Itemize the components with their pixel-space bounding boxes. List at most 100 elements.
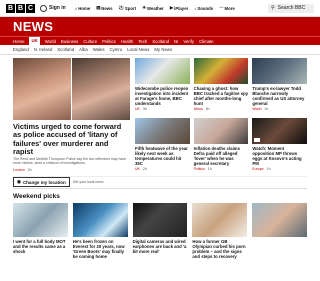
region-nav-item[interactable]: Cymru — [110, 47, 123, 52]
region-nav: England N. Ireland Scotland Alba Wales C… — [0, 45, 320, 55]
weekend-card[interactable]: He's been frozen on Everest for 20 years… — [72, 202, 128, 259]
section-nav-item-verify[interactable]: Verify — [183, 39, 194, 44]
section-nav-item-ni[interactable]: NI — [174, 39, 178, 44]
nav-label: More — [224, 5, 235, 11]
weekend-thumbnail — [13, 202, 68, 237]
story-tag[interactable]: Africa — [194, 107, 203, 111]
story-time: 2h — [27, 167, 32, 172]
section-nav: Home UK World Business Culture Politics … — [0, 36, 320, 45]
story-time: 4h — [205, 107, 210, 111]
weekend-card[interactable] — [252, 202, 307, 259]
region-nav-item[interactable]: Local News — [127, 47, 149, 52]
section-nav-item-politics[interactable]: Politics — [102, 39, 116, 44]
sign-in-label: Sign in — [49, 5, 66, 11]
weekend-title[interactable]: He's been frozen on Everest for 20 years… — [73, 239, 128, 259]
weekend-thumbnail — [132, 202, 188, 237]
region-nav-item[interactable]: Alba — [79, 47, 88, 52]
story-thumbnail — [252, 117, 307, 144]
story-title[interactable]: Watch: Moment opposition MP throws eggs … — [252, 146, 307, 166]
nav-weather[interactable]: ☀ Weather — [142, 5, 164, 11]
weekend-title[interactable]: Digital cameras and wired earphones are … — [133, 239, 188, 254]
section-nav-item-uk[interactable]: UK — [29, 37, 40, 45]
logo-block: B — [16, 3, 25, 13]
global-nav: ⌂ Home ▤ News ⚽ Sport ☀ Weather ▶ iPlayer ♪ So… — [75, 5, 235, 11]
sign-in-button[interactable]: Sign in — [40, 4, 66, 12]
story-tag[interactable]: UK — [135, 107, 140, 111]
region-nav-item[interactable]: My News — [154, 47, 172, 52]
section-nav-item-business[interactable]: Business — [61, 39, 78, 44]
story-card[interactable]: Watch: Moment opposition MP throws eggs … — [252, 117, 307, 172]
global-header: B B C Sign in ⌂ Home ▤ News ⚽ Sport ☀ Weathe… — [0, 0, 320, 17]
story-meta: UK 2h — [135, 167, 190, 171]
nav-sport[interactable]: ⚽ Sport — [119, 5, 137, 11]
play-icon[interactable] — [254, 137, 261, 142]
region-nav-item[interactable]: Scotland — [57, 47, 74, 52]
story-tag[interactable]: UK — [135, 167, 140, 171]
lead-story-title[interactable]: Victims urged to come forward as police … — [13, 122, 130, 156]
story-card[interactable]: Widecombe police reopen investigation in… — [135, 58, 190, 112]
story-card[interactable]: Fifth heatwave of the year likely next w… — [135, 117, 190, 172]
location-pin-icon: ◉ — [17, 179, 21, 185]
section-nav-item-scotland[interactable]: Scotland — [152, 39, 169, 44]
weekend-title[interactable]: I went for a full body MOT and the resul… — [13, 239, 68, 254]
story-card[interactable]: Inflation deaths claims Defra paid off a… — [193, 117, 249, 172]
news-banner: NEWS — [0, 17, 320, 36]
nav-iplayer[interactable]: ▶ iPlayer — [170, 5, 188, 11]
story-title[interactable]: Fifth heatwave of the year likely next w… — [135, 146, 190, 166]
story-tag[interactable]: Europe — [252, 167, 263, 171]
nav-news[interactable]: ▤ News — [96, 5, 112, 11]
section-nav-item-world[interactable]: World — [45, 39, 56, 44]
user-icon — [40, 4, 47, 12]
story-title[interactable]: Inflation deaths claims Defra paid off a… — [194, 146, 249, 166]
weekend-thumbnail — [192, 202, 248, 237]
story-thumbnail — [193, 58, 249, 84]
weekend-heading: Weekend picks — [13, 192, 60, 200]
section-nav-item-home[interactable]: Home — [13, 39, 24, 44]
story-card[interactable]: Chasing a ghost: how BBC tracked a fugit… — [193, 58, 249, 112]
section-nav-item-tech[interactable]: Tech — [138, 39, 147, 44]
search-input[interactable]: ⚲ Search BBC — [268, 3, 314, 13]
weekend-card[interactable]: Digital cameras and wired earphones are … — [132, 202, 188, 259]
weekend-grid: I went for a full body MOT and the resul… — [13, 202, 307, 259]
section-nav-item-culture[interactable]: Culture — [83, 39, 97, 44]
story-title[interactable]: Widecombe police reopen investigation in… — [135, 86, 190, 106]
story-time: 1h — [207, 166, 212, 171]
nav-sounds[interactable]: ♪ Sounds — [194, 5, 213, 11]
lead-story[interactable]: Victims urged to come forward as police … — [13, 58, 130, 172]
story-card[interactable]: Trump's ex-lawyer Todd Blanche narrowly … — [252, 58, 307, 112]
region-nav-item[interactable]: N. Ireland — [34, 47, 53, 52]
nav-home[interactable]: ⌂ Home — [75, 5, 91, 11]
story-tag[interactable]: World — [252, 107, 261, 111]
nav-label: Sport — [124, 5, 137, 11]
section-nav-item-health[interactable]: Health — [121, 39, 133, 44]
lead-photo — [13, 58, 71, 120]
story-grid: Widecombe police reopen investigation in… — [135, 58, 307, 172]
change-location-button[interactable]: ◉ Change my location — [13, 177, 70, 188]
story-title[interactable]: Trump's ex-lawyer Todd Blanche narrowly … — [252, 86, 307, 106]
change-location-hint: Get your local news — [72, 180, 104, 185]
section-nav-item-climate[interactable]: Climate — [199, 39, 214, 44]
bbc-logo[interactable]: B B C — [6, 3, 35, 13]
story-tag[interactable]: London — [13, 168, 25, 172]
search-placeholder: Search BBC — [277, 5, 306, 11]
story-tag[interactable]: Politics — [194, 167, 205, 171]
nav-label: iPlayer — [174, 5, 189, 11]
change-location-label: Change my location — [22, 179, 66, 185]
iplayer-icon: ▶ — [169, 5, 174, 10]
section-title[interactable]: NEWS — [13, 19, 53, 34]
lead-photo — [72, 58, 130, 120]
weekend-thumbnail — [72, 202, 128, 237]
weekend-card[interactable]: How a former GB Olympian curbed his porn… — [192, 202, 248, 259]
weekend-card[interactable]: I went for a full body MOT and the resul… — [13, 202, 68, 259]
story-thumbnail — [193, 117, 249, 144]
region-nav-item[interactable]: Wales — [93, 47, 105, 52]
nav-more[interactable]: ⋯ More — [219, 5, 235, 11]
sport-icon: ⚽ — [118, 5, 124, 10]
story-title[interactable]: Chasing a ghost: how BBC tracked a fugit… — [194, 86, 249, 106]
region-nav-item[interactable]: England — [13, 47, 29, 52]
logo-block: B — [6, 3, 15, 13]
more-icon: ⋯ — [219, 5, 224, 10]
weekend-title[interactable]: How a former GB Olympian curbed his porn… — [192, 239, 247, 259]
weekend-picks: Weekend picks I went for a full body MOT… — [0, 189, 320, 259]
nav-label: Sounds — [197, 5, 214, 11]
